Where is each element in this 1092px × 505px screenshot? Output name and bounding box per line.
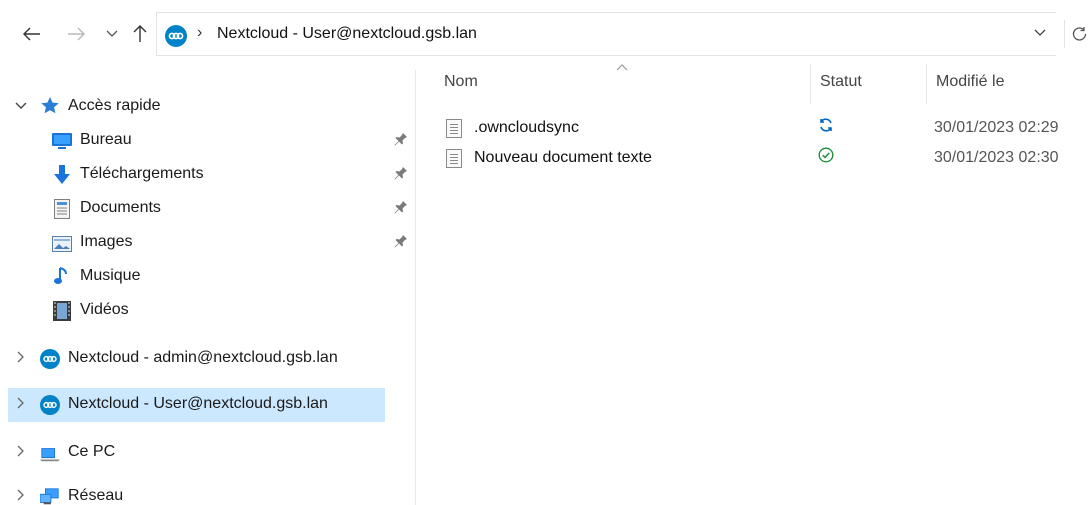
star-icon [40, 96, 60, 116]
computer-icon [40, 444, 60, 464]
text-file-icon [446, 149, 462, 168]
file-modified-date: 30/01/2023 02:30 [934, 149, 1059, 166]
navigation-pane: Accès rapide Bureau Téléchargements Docu… [0, 70, 416, 505]
chevron-down-icon[interactable] [14, 99, 28, 113]
file-name: .owncloudsync [474, 119, 579, 136]
chevron-right-icon[interactable] [14, 351, 28, 366]
download-icon [52, 165, 72, 185]
file-name: Nouveau document texte [474, 149, 652, 166]
breadcrumb-separator-icon: › [197, 24, 203, 41]
refresh-icon[interactable] [1064, 20, 1092, 48]
back-arrow-icon[interactable] [20, 22, 44, 46]
nextcloud-icon [40, 395, 60, 415]
pin-icon[interactable] [394, 200, 408, 217]
chevron-right-icon[interactable] [14, 489, 28, 504]
column-divider[interactable] [810, 64, 811, 104]
forward-arrow-icon[interactable] [64, 22, 88, 46]
nextcloud-icon [40, 349, 60, 369]
sidebar-item-nextcloud-user[interactable]: Nextcloud - User@nextcloud.gsb.lan [8, 388, 385, 422]
chevron-right-icon[interactable] [14, 397, 28, 412]
sidebar-item-label: Vidéos [80, 301, 129, 318]
sidebar-item-musique[interactable]: Musique [0, 260, 412, 294]
column-header-name[interactable]: Nom [444, 62, 804, 102]
sidebar-item-label: Réseau [68, 487, 124, 504]
music-icon [52, 266, 72, 286]
sidebar-item-bureau[interactable]: Bureau [0, 124, 412, 158]
sidebar-item-label: Images [80, 233, 133, 250]
tree-item-quick-access[interactable]: Accès rapide [0, 90, 412, 124]
address-bar[interactable]: › Nextcloud - User@nextcloud.gsb.lan [156, 12, 1056, 56]
recent-locations-chevron-icon[interactable] [100, 22, 124, 46]
file-row[interactable]: Nouveau document texte 30/01/2023 02:30 [442, 143, 1092, 173]
sidebar-item-images[interactable]: Images [0, 226, 412, 260]
address-dropdown-chevron-icon[interactable] [1034, 25, 1046, 40]
synced-check-icon [818, 147, 834, 168]
sidebar-item-nextcloud-admin[interactable]: Nextcloud - admin@nextcloud.gsb.lan [0, 342, 412, 376]
pin-icon[interactable] [394, 132, 408, 149]
sidebar-item-telechargements[interactable]: Téléchargements [0, 158, 412, 192]
sidebar-item-label: Musique [80, 267, 141, 284]
desktop-icon [52, 131, 72, 151]
address-path: Nextcloud - User@nextcloud.gsb.lan [217, 25, 477, 42]
file-list: Nom Statut Modifié le .owncloudsync 30/0… [418, 62, 1092, 505]
column-header-modified[interactable]: Modifié le [936, 62, 1092, 102]
chevron-right-icon[interactable] [14, 445, 28, 460]
documents-icon [52, 199, 72, 219]
sidebar-item-reseau[interactable]: Réseau [0, 480, 412, 505]
file-modified-date: 30/01/2023 02:29 [934, 119, 1059, 136]
images-icon [52, 234, 72, 254]
network-icon [40, 487, 60, 505]
sidebar-item-videos[interactable]: Vidéos [0, 294, 412, 328]
sidebar-item-documents[interactable]: Documents [0, 192, 412, 226]
nextcloud-icon [165, 25, 187, 51]
column-header-status[interactable]: Statut [820, 62, 920, 102]
sidebar-item-label: Nextcloud - admin@nextcloud.gsb.lan [68, 349, 338, 366]
file-explorer-window: › Nextcloud - User@nextcloud.gsb.lan Acc… [0, 0, 1092, 505]
sidebar-item-ce-pc[interactable]: Ce PC [0, 436, 412, 470]
text-file-icon [446, 119, 462, 138]
up-arrow-icon[interactable] [128, 22, 152, 46]
address-toolbar: › Nextcloud - User@nextcloud.gsb.lan [0, 0, 1092, 70]
videos-icon [52, 301, 72, 321]
sidebar-item-label: Téléchargements [80, 165, 204, 182]
pin-icon[interactable] [394, 234, 408, 251]
sidebar-item-label: Documents [80, 199, 161, 216]
tree-item-label: Accès rapide [68, 97, 161, 114]
pin-icon[interactable] [394, 166, 408, 183]
sidebar-item-label: Bureau [80, 131, 132, 148]
file-row[interactable]: .owncloudsync 30/01/2023 02:29 [442, 113, 1092, 143]
sidebar-item-label: Nextcloud - User@nextcloud.gsb.lan [68, 395, 328, 412]
column-divider[interactable] [926, 64, 927, 104]
sync-pending-icon [818, 117, 834, 138]
sidebar-item-label: Ce PC [68, 443, 116, 460]
